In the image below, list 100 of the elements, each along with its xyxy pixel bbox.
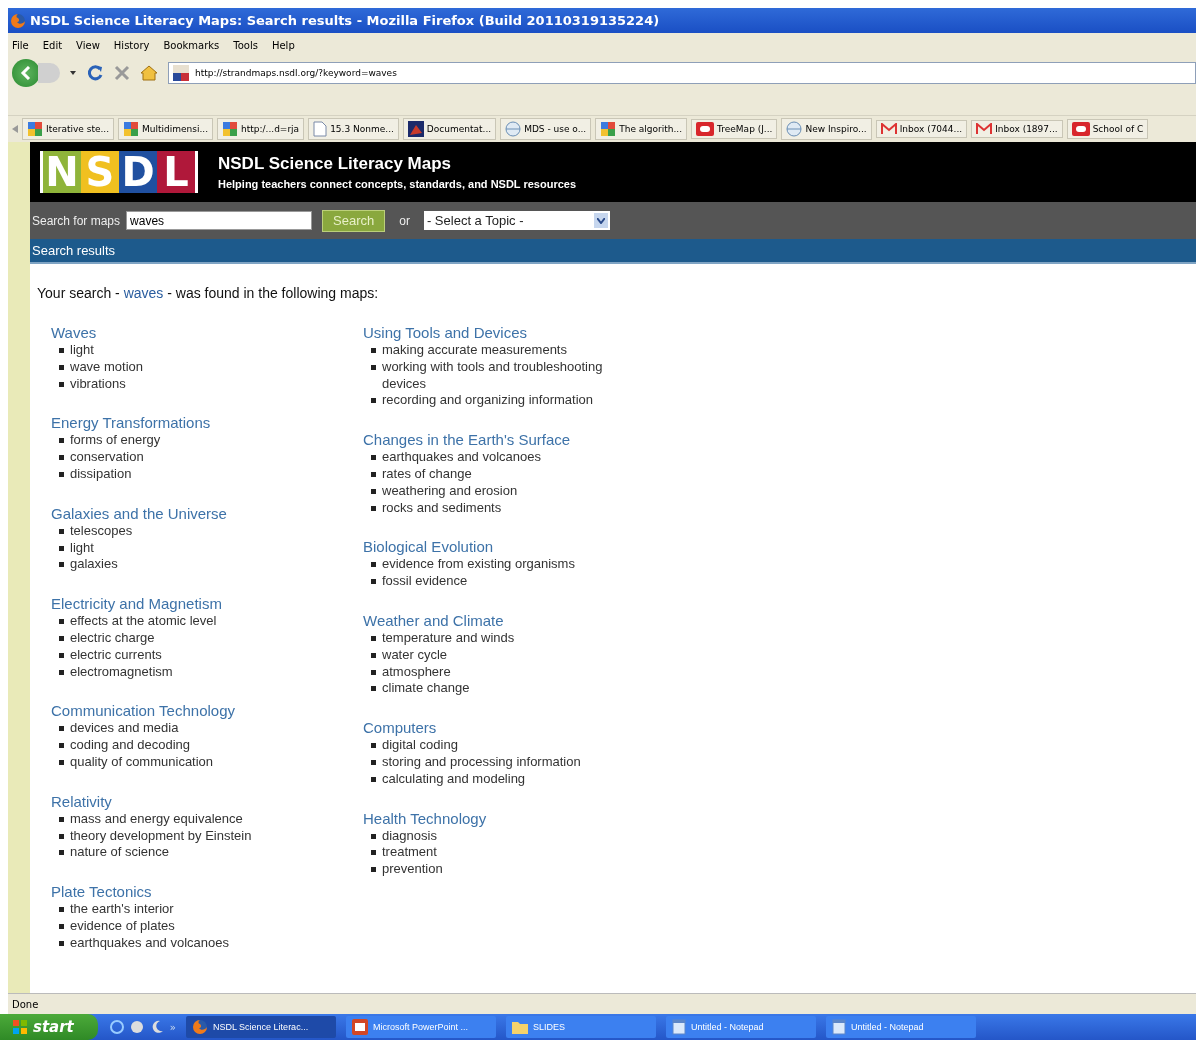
bookmark-item[interactable]: TreeMap (J... <box>691 119 778 139</box>
topic-select[interactable]: - Select a Topic - <box>423 211 610 230</box>
bookmark-item[interactable]: Inbox (1897... <box>971 120 1063 138</box>
dropdown-icon[interactable] <box>70 71 76 75</box>
bullet-icon <box>59 562 64 568</box>
bullet-icon <box>59 652 64 658</box>
bullet-icon <box>371 635 376 641</box>
topic-item: evidence from existing organisms <box>382 556 575 574</box>
bullet-icon <box>371 455 376 461</box>
topic-item: calculating and modeling <box>382 770 526 788</box>
topic-item: theory development by Einstein <box>70 827 252 845</box>
topic-item: dissipation <box>70 466 132 483</box>
start-button[interactable]: start <box>0 1014 98 1040</box>
bookmark-item[interactable]: New Inspiro... <box>781 118 872 140</box>
map-link[interactable]: Galaxies and the Universe <box>51 503 363 523</box>
bullet-icon <box>59 528 64 534</box>
reload-icon[interactable] <box>86 64 104 82</box>
bullet-icon <box>371 364 376 370</box>
bullet-icon <box>59 669 64 675</box>
topic-item: conservation <box>70 449 144 466</box>
topic-item: temperature and winds <box>382 629 515 647</box>
bookmark-item[interactable]: The algorith... <box>595 118 688 140</box>
topic-item: forms of energy <box>70 432 161 450</box>
taskbar-button[interactable]: Microsoft PowerPoint ... <box>345 1016 496 1038</box>
topic-item: electric charge <box>70 629 155 647</box>
map-link[interactable]: Health Technology <box>363 808 675 828</box>
browser-icon[interactable] <box>109 1020 124 1034</box>
taskbar-button[interactable]: Untitled - Notepad <box>665 1016 816 1038</box>
map-link[interactable]: Plate Tectonics <box>51 882 363 902</box>
taskbar-button[interactable]: Untitled - Notepad <box>825 1016 976 1038</box>
globe-icon <box>505 121 522 137</box>
topic-item: nature of science <box>70 844 169 862</box>
logo: N S D L <box>40 151 198 193</box>
bullet-icon <box>371 759 376 765</box>
bullet-icon <box>371 743 376 749</box>
map-link[interactable]: Using Tools and Devices <box>363 323 675 342</box>
topic-item: digital coding <box>382 737 458 754</box>
menu-item[interactable]: History <box>113 39 150 51</box>
bookmark-item[interactable]: http:/...d=rja <box>217 118 305 140</box>
notepad-icon <box>671 1019 686 1035</box>
bullet-icon <box>371 505 376 511</box>
menu-item[interactable]: Help <box>271 39 295 51</box>
more-button[interactable]: » <box>169 1021 176 1033</box>
topic-item: galaxies <box>70 556 118 574</box>
map-link[interactable]: Computers <box>363 718 675 738</box>
topic-item: telescopes <box>70 522 133 540</box>
browser-icon[interactable] <box>129 1020 144 1034</box>
bookmark-item[interactable]: Inbox (7044... <box>875 120 968 138</box>
bullet-icon <box>371 776 376 782</box>
address-bar[interactable]: http://strandmaps.nsdl.org/?keyword=waves <box>168 62 1196 84</box>
map-link[interactable]: Electricity and Magnetism <box>51 594 363 614</box>
bookmark-item[interactable]: Documentat... <box>402 118 497 140</box>
taskbar-button[interactable]: NSDL Science Literac... <box>185 1016 336 1038</box>
topic-item: electric currents <box>70 646 162 664</box>
tiles-icon <box>27 121 43 137</box>
topic-item: making accurate measurements <box>382 342 567 359</box>
topic-item: devices and media <box>70 720 179 738</box>
site-tagline: Helping teachers connect concepts, standards, and NSDL resources <box>218 178 576 190</box>
scroll-left-icon[interactable] <box>12 125 18 133</box>
menu-item[interactable]: Bookmarks <box>163 39 220 51</box>
bullet-icon <box>371 669 376 675</box>
home-icon[interactable] <box>140 65 158 81</box>
menu-item[interactable]: Tools <box>233 39 258 51</box>
bullet-icon <box>59 743 64 749</box>
back-button[interactable] <box>12 59 40 87</box>
menu-item[interactable]: View <box>76 39 100 51</box>
menu-item[interactable]: File <box>12 39 29 51</box>
search-field[interactable]: waves <box>126 211 313 230</box>
taskbar-button[interactable]: SLIDES <box>505 1016 656 1038</box>
address-field[interactable]: http://strandmaps.nsdl.org/?keyword=waves <box>195 68 795 78</box>
map-link[interactable]: Communication Technology <box>51 701 363 721</box>
map-link[interactable]: Changes in the Earth's Surface <box>363 430 675 450</box>
topic-item: effects at the atomic level <box>70 613 217 630</box>
stop-icon[interactable] <box>114 65 130 81</box>
topic-item: recording and organizing information <box>382 392 593 410</box>
bullet-icon <box>59 545 64 551</box>
or-label: or <box>399 213 410 228</box>
bullet-icon <box>371 398 376 404</box>
bullet-icon <box>59 438 64 444</box>
map-link[interactable]: Biological Evolution <box>363 537 675 557</box>
bullet-icon <box>59 348 64 353</box>
menu-item[interactable]: Edit <box>42 39 63 51</box>
tiles-icon <box>600 121 617 137</box>
bookmark-item[interactable]: School of C <box>1066 119 1149 139</box>
topic-item: wave motion <box>70 358 143 376</box>
map-link[interactable]: Weather and Climate <box>363 610 675 630</box>
folder-icon <box>511 1020 528 1034</box>
bullet-icon <box>59 759 64 765</box>
bullet-icon <box>59 381 64 387</box>
map-link[interactable]: Relativity <box>51 791 363 811</box>
topic-item: climate change <box>382 680 470 698</box>
bookmark-item[interactable]: 15.3 Nonme... <box>308 118 399 140</box>
map-link[interactable]: Waves <box>51 323 363 342</box>
badge-icon <box>1071 122 1090 136</box>
map-link[interactable]: Energy Transformations <box>51 413 363 433</box>
topic-item: coding and decoding <box>70 737 190 754</box>
bullet-icon <box>59 619 64 625</box>
bookmark-item[interactable]: Iterative ste... <box>22 118 115 140</box>
bookmark-item[interactable]: MDS - use o... <box>500 118 592 140</box>
bookmark-item[interactable]: Multidimensi... <box>118 118 214 140</box>
